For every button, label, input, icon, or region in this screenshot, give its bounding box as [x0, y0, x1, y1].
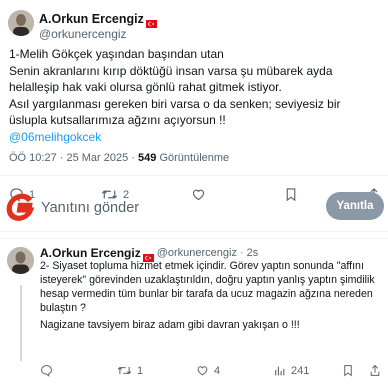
reply-tweet-views-button[interactable]: 241 [273, 364, 309, 377]
mention-link[interactable]: @06melihgokcek [9, 130, 101, 144]
tweet-views-count: 549 [138, 152, 157, 164]
reply-submit-button[interactable]: Yanıtla [326, 192, 384, 220]
reply-tweet-like-count: 4 [214, 364, 221, 377]
turkey-flag-icon [142, 249, 154, 262]
tweet-line-1: 1-Melih Gökçek yaşından başından utan [9, 47, 224, 61]
reply-line-2: Nagizane tavsiyem biraz adam gibi davran… [40, 319, 300, 332]
tweet-body: 1-Melih Gökçek yaşından başından utan Se… [9, 46, 381, 146]
author-handle-line: @orkunercengiz [39, 27, 127, 41]
tweet-time[interactable]: ÖÖ 10:27 · 25 Mar 2025 [9, 152, 128, 164]
like-icon [192, 189, 205, 201]
author-avatar[interactable] [8, 10, 34, 36]
reply-author-handle[interactable]: @orkunercengiz [157, 247, 237, 259]
reply-tweet-bookmark-button[interactable] [342, 364, 354, 377]
turkey-flag-icon [145, 15, 157, 28]
reply-icon [41, 365, 52, 377]
thread-line [20, 285, 22, 361]
tweet-line-2: Senin akranlarını kırıp döktüğü insan va… [9, 63, 333, 95]
author-name[interactable]: A.Orkun Ercengiz [39, 12, 144, 26]
author-handle[interactable]: @orkunercengiz [39, 27, 127, 41]
divider [0, 231, 388, 232]
reply-tweet-share-button[interactable] [369, 364, 381, 377]
bookmark-icon [344, 365, 352, 377]
like-icon [197, 366, 208, 376]
reply-tweet-like-button[interactable]: 4 [196, 364, 220, 377]
tweet-views-label: Görüntülenme [159, 152, 230, 164]
reply-time[interactable]: · 2s [240, 247, 258, 259]
reply-line-1: 2- Siyaset topluma hizmet etmek içindir.… [40, 260, 375, 315]
like-button[interactable] [191, 187, 211, 202]
retweet-count: 2 [123, 188, 130, 201]
reply-body: 2- Siyaset topluma hizmet etmek içindir.… [40, 259, 385, 332]
g-logo [6, 193, 35, 221]
author-name-line: A.Orkun Ercengiz [39, 12, 157, 28]
reply-tweet-retweet-count: 1 [137, 364, 144, 377]
reply-author-avatar[interactable] [7, 247, 34, 274]
reply-tweet-views-count: 241 [291, 364, 310, 377]
reply-tweet-reply-button[interactable] [40, 364, 58, 377]
tweet-meta: ÖÖ 10:27 · 25 Mar 2025 · 549 Görüntülenm… [9, 152, 230, 164]
retweet-icon [117, 366, 132, 375]
divider [0, 238, 388, 239]
tweet-line-3: Asıl yargılanması gereken biri varsa o d… [9, 96, 341, 128]
share-icon [370, 364, 380, 376]
views-icon [275, 366, 285, 376]
bookmark-button[interactable] [284, 187, 303, 202]
bookmark-icon [286, 188, 296, 202]
reply-author-line: A.Orkun Ercengiz @orkunercengiz · 2s [40, 246, 258, 262]
divider [0, 175, 388, 176]
reply-tweet-retweet-button[interactable]: 1 [117, 364, 143, 377]
reply-input[interactable]: Yanıtını gönder [41, 200, 139, 216]
reply-author-name[interactable]: A.Orkun Ercengiz [40, 246, 141, 260]
